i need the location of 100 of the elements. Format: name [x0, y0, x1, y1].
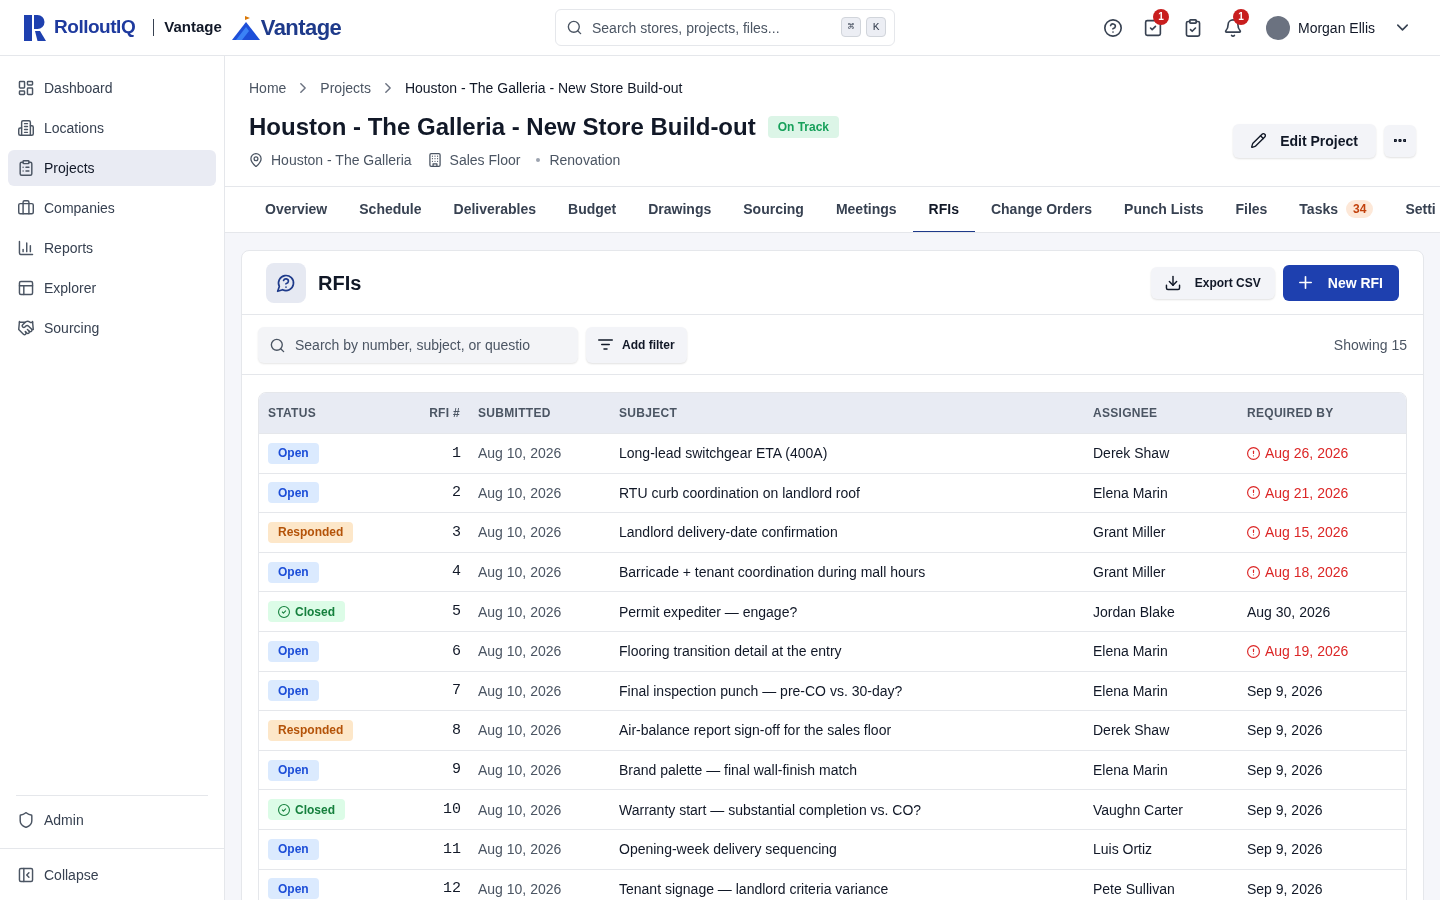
tab[interactable]: Deliverables [437, 187, 552, 232]
tab[interactable]: Files [1219, 187, 1284, 232]
table-cell-text: Elena Marin [1092, 642, 1169, 662]
edit-project-button[interactable]: Edit Project [1233, 123, 1376, 158]
table-cell-text: Aug 10, 2026 [477, 523, 563, 543]
notifications-icon [1223, 18, 1242, 37]
download-icon [1164, 274, 1181, 291]
table-icon [18, 280, 34, 296]
sidebar-item[interactable]: Admin [8, 802, 216, 838]
sidebar-item[interactable]: Sourcing [8, 310, 216, 346]
rfi-number: 10 [442, 799, 462, 820]
due-date: Sep 9, 2026 [1247, 681, 1323, 701]
tab[interactable]: Meetings [819, 187, 913, 232]
sidebar-item[interactable]: Dashboard [8, 70, 216, 106]
alert-circle-icon [1247, 565, 1260, 579]
status-text: Open [278, 841, 309, 858]
sidebar-item[interactable]: Locations [8, 110, 216, 146]
map-pin-icon [249, 153, 263, 167]
column-header: STATUS [267, 405, 318, 421]
new-rfi-button[interactable]: New RFI [1282, 264, 1399, 301]
filter-lines-icon [598, 339, 613, 350]
checkbox-button[interactable]: 1 [1132, 9, 1173, 46]
notifications-button[interactable]: 1 [1212, 9, 1253, 46]
table-cell-text: Luis Ortiz [1092, 840, 1154, 860]
project-meta: Sales Floor [449, 151, 521, 170]
table-cell-text: Jordan Blake [1092, 602, 1176, 622]
tab[interactable]: Overview [249, 187, 344, 232]
tab[interactable]: Sourcing [727, 187, 820, 232]
status-text: Open [278, 484, 309, 501]
rfi-number: 9 [451, 760, 462, 781]
alert-circle-icon [1247, 526, 1260, 539]
status-text: Open [278, 880, 309, 897]
due-date: Aug 19, 2026 [1265, 642, 1349, 662]
due-date: Aug 26, 2026 [1265, 444, 1349, 464]
tab[interactable]: Drawings [632, 187, 728, 232]
more-dots-icon [1394, 139, 1406, 142]
due-date: Aug 30, 2026 [1247, 602, 1331, 622]
handshake-icon [18, 320, 34, 336]
tab[interactable]: Change Orders [974, 187, 1109, 232]
checkbox-icon [1143, 18, 1162, 37]
avatar [1265, 15, 1290, 40]
sidebar-item[interactable]: Reports [8, 230, 216, 266]
table-cell-text: Aug 10, 2026 [477, 761, 563, 781]
table-cell-text: Aug 10, 2026 [477, 840, 563, 860]
table-cell-text: Elena Marin [1092, 681, 1169, 701]
table-cell-text: Aug 10, 2026 [477, 563, 563, 583]
table-cell-text: Aug 10, 2026 [477, 800, 563, 820]
rfi-number: 11 [442, 839, 462, 860]
due-date: Aug 21, 2026 [1265, 483, 1349, 503]
rfi-number: 1 [451, 443, 462, 464]
more-button[interactable] [1384, 124, 1416, 157]
chevron-right-icon [384, 83, 391, 93]
breadcrumb-link[interactable]: Houston - The Galleria - New Store Build-out [404, 78, 683, 98]
status-text: Responded [278, 722, 344, 739]
status-badge: On Track [767, 116, 840, 138]
breadcrumb-link[interactable]: Projects [320, 78, 371, 98]
table-cell-text: Aug 10, 2026 [477, 602, 563, 622]
user-menu[interactable]: Morgan Ellis [1265, 15, 1408, 40]
alert-circle-icon [1247, 486, 1260, 500]
tab[interactable]: Schedule [343, 187, 438, 232]
rfi-number: 6 [451, 641, 462, 662]
table-cell-text: Barricade + tenant coordination during mall hours [618, 563, 927, 583]
tab[interactable]: Tasks 34 [1283, 187, 1390, 232]
table-cell-text: Derek Shaw [1092, 721, 1171, 741]
add-filter-button[interactable]: Add filter [586, 326, 687, 363]
sidebar-item[interactable]: Companies [8, 190, 216, 226]
sidebar-item[interactable]: Explorer [8, 270, 216, 306]
tab[interactable]: Punch Lists [1108, 187, 1220, 232]
table-cell-text: Elena Marin [1092, 761, 1169, 781]
tab[interactable]: Budget [552, 187, 633, 232]
brand-name: RolloutIQ [54, 15, 136, 40]
table-cell-text: Aug 10, 2026 [477, 879, 563, 899]
help-icon [1103, 18, 1122, 37]
tab[interactable]: Setti [1389, 187, 1440, 232]
column-header: RFI # [428, 405, 461, 421]
rfi-number: 3 [451, 522, 462, 543]
status-text: Open [278, 762, 309, 779]
table-cell-text: Aug 10, 2026 [477, 444, 563, 464]
table-cell-text: RTU curb coordination on landlord roof [618, 483, 861, 503]
due-date: Sep 9, 2026 [1247, 761, 1323, 781]
table-cell-text: Derek Shaw [1092, 444, 1171, 464]
plus-icon [1298, 276, 1312, 289]
shortcut-key: ⌘ [841, 17, 861, 37]
tab[interactable]: RFIs [912, 187, 975, 232]
search-field[interactable]: Search by number, subject, or questio [258, 326, 578, 363]
export-csv-button[interactable]: Export CSV [1150, 266, 1275, 299]
dashboard-grid-icon [18, 80, 34, 96]
breadcrumb-link[interactable]: Home [249, 78, 287, 98]
dot-icon [536, 158, 541, 162]
table-cell-text: Flooring transition detail at the entry [618, 642, 843, 662]
sidebar-item[interactable]: Collapse [8, 856, 216, 893]
mountain-flag-icon [231, 15, 260, 40]
bar-chart-icon [18, 240, 34, 256]
project-meta: Houston - The Galleria [271, 151, 412, 170]
project-meta: Renovation [549, 151, 621, 170]
table-cell-text: Grant Miller [1092, 563, 1167, 583]
table-cell-text: Long-lead switchgear ETA (400A) [618, 444, 829, 464]
sidebar-item[interactable]: Projects [8, 150, 216, 186]
table-cell-text: Grant Miller [1092, 523, 1167, 543]
notification-badge: 1 [1232, 8, 1249, 25]
